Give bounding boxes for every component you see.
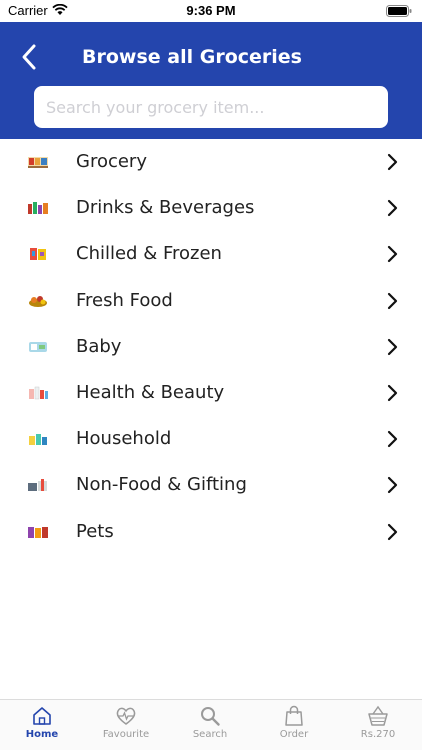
chevron-right-icon [387, 338, 398, 355]
home-icon [33, 707, 51, 725]
tab-favourite[interactable]: Favourite [84, 700, 168, 750]
search-input[interactable] [34, 86, 388, 128]
chevron-right-icon [387, 431, 398, 448]
category-row-pets[interactable]: Pets [0, 509, 422, 555]
shopping-bag-icon [285, 705, 303, 726]
status-bar: Carrier 9:36 PM [0, 0, 422, 22]
tab-label: Home [25, 729, 59, 740]
bottom-tab-bar: Home Favourite Search Order Rs.270 [0, 699, 422, 750]
chilled-frozen-icon [27, 246, 49, 262]
category-label: Chilled & Frozen [76, 243, 222, 265]
category-row-grocery[interactable]: Grocery [0, 139, 422, 185]
category-label: Baby [76, 335, 122, 357]
category-row-baby[interactable]: Baby [0, 324, 422, 370]
header-bar: Browse all Groceries [0, 22, 422, 139]
category-label: Health & Beauty [76, 381, 225, 403]
chevron-right-icon [387, 292, 398, 309]
chevron-right-icon [387, 477, 398, 494]
category-row-drinks-beverages[interactable]: Drinks & Beverages [0, 185, 422, 231]
page-title: Browse all Groceries [82, 46, 302, 68]
tab-label: Rs.270 [360, 729, 396, 740]
back-button[interactable] [18, 42, 44, 72]
tab-label: Favourite [102, 729, 150, 740]
basket-icon [368, 705, 388, 726]
chevron-right-icon [387, 246, 398, 263]
category-label: Grocery [76, 151, 147, 172]
health-beauty-icon [27, 385, 49, 401]
category-row-non-food-gifting[interactable]: Non-Food & Gifting [0, 462, 422, 508]
category-row-chilled-frozen[interactable]: Chilled & Frozen [0, 231, 422, 277]
category-label: Pets [76, 520, 114, 542]
baby-icon [27, 339, 49, 355]
back-chevron-icon [22, 44, 36, 70]
chevron-right-icon [387, 200, 398, 217]
chevron-right-icon [387, 384, 398, 402]
category-row-health-beauty[interactable]: Health & Beauty [0, 370, 422, 416]
category-label: Fresh Food [76, 289, 173, 311]
drinks-icon [27, 200, 49, 216]
category-row-fresh-food[interactable]: Fresh Food [0, 278, 422, 324]
tab-label: Search [192, 729, 228, 740]
search-icon [201, 707, 220, 726]
heart-pulse-icon [116, 707, 136, 725]
category-row-household[interactable]: Household [0, 416, 422, 462]
tab-basket[interactable]: Rs.270 [336, 700, 420, 750]
category-list: Grocery Drinks & Beverages Chilled & Fro… [0, 139, 422, 555]
category-label: Non-Food & Gifting [76, 474, 247, 496]
clock-time: 9:36 PM [186, 3, 236, 18]
tab-label: Order [279, 729, 309, 740]
tab-order[interactable]: Order [252, 700, 336, 750]
tab-search[interactable]: Search [168, 700, 252, 750]
grocery-icon [27, 154, 49, 170]
tab-home[interactable]: Home [0, 700, 84, 750]
household-icon [27, 431, 49, 447]
chevron-right-icon [387, 523, 398, 540]
chevron-right-icon [387, 153, 398, 171]
category-label: Drinks & Beverages [76, 197, 255, 219]
pets-icon [27, 524, 49, 540]
category-label: Household [76, 428, 172, 450]
non-food-gifting-icon [27, 477, 49, 493]
fresh-food-icon [27, 293, 49, 309]
battery-icon [386, 5, 412, 20]
